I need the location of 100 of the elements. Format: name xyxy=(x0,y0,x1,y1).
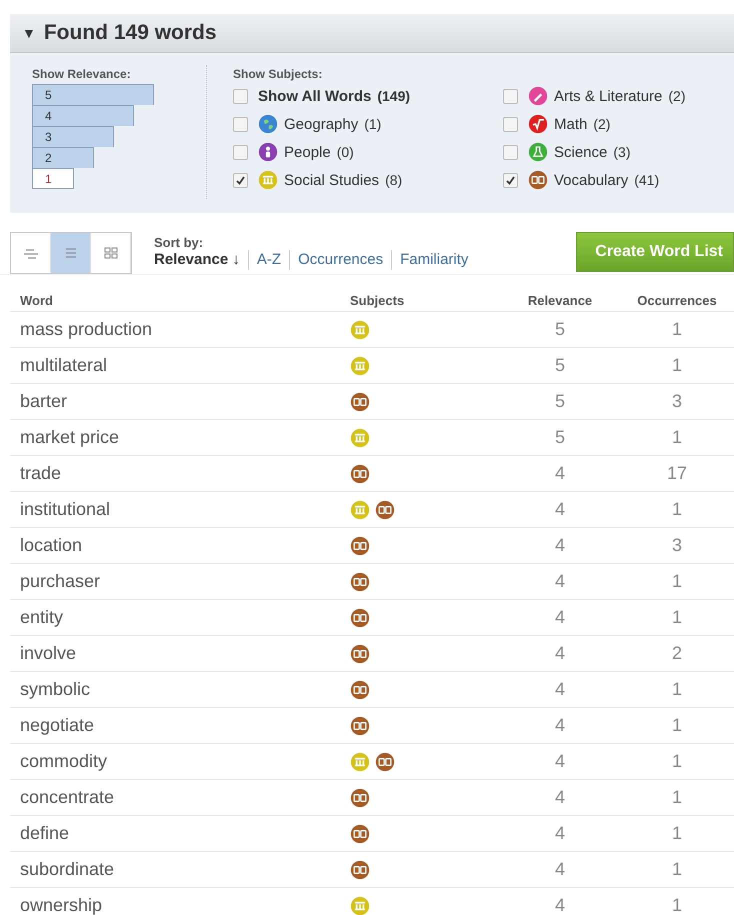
occurrences-cell: 3 xyxy=(672,391,682,411)
book-icon xyxy=(350,716,370,736)
book-icon xyxy=(350,860,370,880)
occurrences-cell: 1 xyxy=(672,499,682,519)
book-icon xyxy=(350,464,370,484)
word-cell: commodity xyxy=(20,751,108,771)
header-title: Found 149 words xyxy=(44,21,217,45)
columns-icon xyxy=(350,500,370,520)
subject-label: Geography xyxy=(284,116,358,132)
sort-option[interactable]: A-Z xyxy=(248,250,290,270)
relevance-level[interactable]: 2 xyxy=(32,147,94,168)
subject-label: Vocabulary xyxy=(554,172,628,188)
occurrences-cell: 2 xyxy=(672,643,682,663)
occurrences-cell: 1 xyxy=(672,355,682,375)
checkbox[interactable] xyxy=(233,116,248,132)
checkbox[interactable] xyxy=(503,172,518,188)
relevance-label: Show Relevance: xyxy=(32,67,131,81)
word-cell: mass production xyxy=(20,319,152,339)
word-cell: trade xyxy=(20,463,62,483)
word-cell: institutional xyxy=(20,499,110,519)
column-header[interactable]: Word xyxy=(10,289,350,312)
results-header[interactable]: ▼ Found 149 words xyxy=(10,14,734,53)
subject-label: Social Studies xyxy=(284,172,380,188)
relevance-level[interactable]: 5 xyxy=(32,84,154,105)
relevance-level[interactable]: 3 xyxy=(32,126,114,147)
subject-count: (3) xyxy=(613,144,630,160)
subject-label: Math xyxy=(554,116,588,132)
checkbox[interactable] xyxy=(503,88,518,104)
word-cell: subordinate xyxy=(20,859,114,879)
subject-label: Science xyxy=(554,144,608,160)
subject-label: Show All Words xyxy=(258,88,372,104)
book-icon xyxy=(350,572,370,592)
column-header[interactable]: Subjects xyxy=(350,289,500,312)
relevance-cell: 4 xyxy=(554,607,565,627)
relevance-cell: 4 xyxy=(554,679,565,699)
relevance-level[interactable]: 1 xyxy=(32,168,74,189)
globe-icon xyxy=(258,114,278,134)
word-cell: involve xyxy=(20,643,76,663)
sort-option[interactable]: Occurrences xyxy=(290,250,392,270)
occurrences-cell: 1 xyxy=(672,751,682,771)
relevance-cell: 4 xyxy=(554,715,565,735)
subject-label: Arts & Literature xyxy=(554,88,662,104)
relevance-cell: 4 xyxy=(554,823,565,843)
relevance-cell: 4 xyxy=(554,535,565,555)
word-cell: entity xyxy=(20,607,64,627)
word-cell: ownership xyxy=(20,895,102,915)
subject-count: (2) xyxy=(593,116,610,132)
relevance-cell: 5 xyxy=(554,391,565,411)
column-header[interactable]: Occurrences xyxy=(620,289,734,312)
occurrences-cell: 1 xyxy=(672,895,682,915)
subject-label: People xyxy=(284,144,331,160)
word-cell: purchaser xyxy=(20,571,100,591)
word-cell: define xyxy=(20,823,70,843)
book-icon xyxy=(375,500,395,520)
word-cell: barter xyxy=(20,391,68,411)
book-icon xyxy=(350,824,370,844)
flask-icon xyxy=(528,142,548,162)
columns-icon xyxy=(350,752,370,772)
book-icon xyxy=(375,752,395,772)
checkbox[interactable] xyxy=(233,88,248,104)
subject-count: (0) xyxy=(336,144,354,160)
occurrences-cell: 1 xyxy=(672,715,682,735)
occurrences-cell: 17 xyxy=(666,463,688,483)
sort-option[interactable]: Relevance ↓ xyxy=(154,250,249,270)
relevance-cell: 4 xyxy=(554,571,565,591)
occurrences-cell: 1 xyxy=(672,319,682,339)
sort-option[interactable]: Familiarity xyxy=(392,250,476,270)
relevance-cell: 4 xyxy=(554,787,565,807)
checkbox[interactable] xyxy=(233,172,248,188)
checkbox[interactable] xyxy=(233,144,248,160)
relevance-cell: 4 xyxy=(554,859,565,879)
checkbox[interactable] xyxy=(503,144,518,160)
collapse-arrow[interactable]: ▼ xyxy=(22,25,36,41)
word-cell: location xyxy=(20,535,82,555)
occurrences-cell: 1 xyxy=(672,787,682,807)
relevance-cell: 4 xyxy=(554,751,565,771)
occurrences-cell: 1 xyxy=(672,607,682,627)
occurrences-cell: 1 xyxy=(672,859,682,879)
word-cell: concentrate xyxy=(20,787,114,807)
subject-count: (149) xyxy=(377,88,410,104)
columns-icon xyxy=(350,356,370,376)
subjects-label: Show Subjects: xyxy=(233,67,322,81)
column-header[interactable]: Relevance xyxy=(500,289,620,312)
occurrences-cell: 1 xyxy=(672,571,682,591)
relevance-cell: 4 xyxy=(554,643,565,663)
brush-icon xyxy=(528,86,548,106)
word-cell: multilateral xyxy=(20,355,108,375)
occurrences-cell: 1 xyxy=(672,427,682,447)
columns-icon xyxy=(350,320,370,340)
occurrences-cell: 1 xyxy=(672,823,682,843)
subject-count: (8) xyxy=(385,172,402,188)
subject-count: (1) xyxy=(364,116,382,132)
book-icon xyxy=(350,392,370,412)
relevance-cell: 5 xyxy=(554,319,565,339)
relevance-level[interactable]: 4 xyxy=(32,105,134,126)
occurrences-cell: 1 xyxy=(672,679,682,699)
book-icon xyxy=(528,170,548,190)
checkbox[interactable] xyxy=(503,116,518,132)
relevance-cell: 5 xyxy=(554,427,565,447)
columns-icon xyxy=(350,428,370,448)
